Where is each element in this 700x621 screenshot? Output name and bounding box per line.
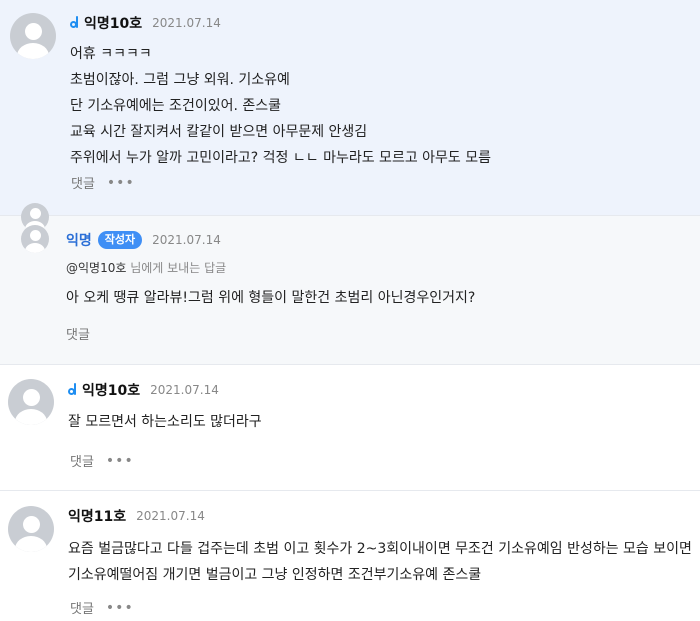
comment-nickname[interactable]: 익명11호 [68, 506, 126, 526]
more-dots-icon[interactable]: ••• [106, 453, 134, 469]
reply-button[interactable]: 댓글 [70, 451, 94, 470]
more-dots-icon[interactable]: ••• [106, 600, 134, 616]
comment-line: 단 기소유예에는 조건이있어. 존스쿨 [70, 98, 281, 114]
d-member-icon [70, 16, 81, 30]
comment-line: 기소유예떨어짐 개기면 벌금이고 그냥 인정하면 조건부기소유예 존스쿨 [68, 567, 482, 583]
comment-meta: 익명 작성자 2021.07.14 [66, 230, 221, 250]
comment-line: 아 오케 땡큐 알라뷰!그럼 위에 형들이 말한건 초범리 아닌경우인거지? [66, 290, 476, 306]
comment-line: 어휴 ㅋㅋㅋㅋ [70, 46, 152, 62]
author-badge: 작성자 [97, 231, 143, 249]
more-dots-icon[interactable]: ••• [107, 175, 135, 191]
avatar-icon[interactable] [21, 225, 49, 253]
comment-date: 2021.07.14 [150, 383, 219, 397]
comment-date: 2021.07.14 [152, 233, 221, 247]
reply-to-user[interactable]: @익명10호 [66, 261, 126, 275]
comment-line: 초범이잖아. 그럼 그냥 외워. 기소유예 [70, 72, 290, 88]
comment-meta: 익명10호 2021.07.14 [70, 13, 221, 33]
comment-actions: 댓글 ••• [71, 173, 135, 193]
comment-item: 익명10호 2021.07.14 잘 모르면서 하는소리도 많더라구 댓글 ••… [0, 364, 700, 490]
comment-item: 익명 작성자 2021.07.14 @익명10호 님에게 보내는 답글 아 오케… [0, 203, 700, 364]
avatar-icon[interactable] [10, 13, 56, 59]
reply-button[interactable]: 댓글 [66, 324, 90, 343]
comment-actions: 댓글 [66, 324, 90, 343]
comment-date: 2021.07.14 [136, 509, 205, 523]
comment-line: 요즘 벌금많다고 다들 겁주는데 초범 이고 횟수가 2~3회이내이면 무조건 … [68, 541, 692, 557]
reply-to-suffix: 님에게 보내는 답글 [126, 261, 227, 275]
avatar-icon[interactable] [8, 379, 54, 425]
avatar-icon[interactable] [8, 506, 54, 552]
comment-body: 요즘 벌금많다고 다들 겁주는데 초범 이고 횟수가 2~3회이내이면 무조건 … [68, 536, 692, 588]
comment-item: 익명10호 2021.07.14 어휴 ㅋㅋㅋㅋ 초범이잖아. 그럼 그냥 외워… [0, 0, 700, 215]
comment-date: 2021.07.14 [152, 16, 221, 30]
reply-button[interactable]: 댓글 [70, 598, 94, 617]
comment-line: 교육 시간 잘지켜서 칼같이 받으면 아무문제 안생김 [70, 124, 368, 140]
reply-to-label: @익명10호 님에게 보내는 답글 [66, 259, 226, 276]
comment-body: 아 오케 땡큐 알라뷰!그럼 위에 형들이 말한건 초범리 아닌경우인거지? [66, 285, 475, 311]
comment-meta: 익명10호 2021.07.14 [68, 380, 219, 400]
comment-nickname[interactable]: 익명 [66, 230, 92, 250]
comment-line: 잘 모르면서 하는소리도 많더라구 [68, 414, 262, 430]
d-member-icon [68, 383, 79, 397]
comment-nickname[interactable]: 익명10호 [84, 13, 142, 33]
comment-line: 주위에서 누가 알까 고민이라고? 걱정 ㄴㄴ 마누라도 모르고 아무도 모름 [70, 150, 492, 166]
comment-body: 어휴 ㅋㅋㅋㅋ 초범이잖아. 그럼 그냥 외워. 기소유예 단 기소유예에는 조… [70, 41, 491, 171]
comment-meta: 익명11호 2021.07.14 [68, 506, 205, 526]
comment-actions: 댓글 ••• [70, 598, 134, 618]
comment-actions: 댓글 ••• [70, 451, 134, 471]
comment-body: 잘 모르면서 하는소리도 많더라구 [68, 409, 262, 435]
comment-nickname[interactable]: 익명10호 [82, 380, 140, 400]
reply-button[interactable]: 댓글 [71, 173, 95, 192]
comment-item: 익명11호 2021.07.14 요즘 벌금많다고 다들 겁주는데 초범 이고 … [0, 490, 700, 621]
